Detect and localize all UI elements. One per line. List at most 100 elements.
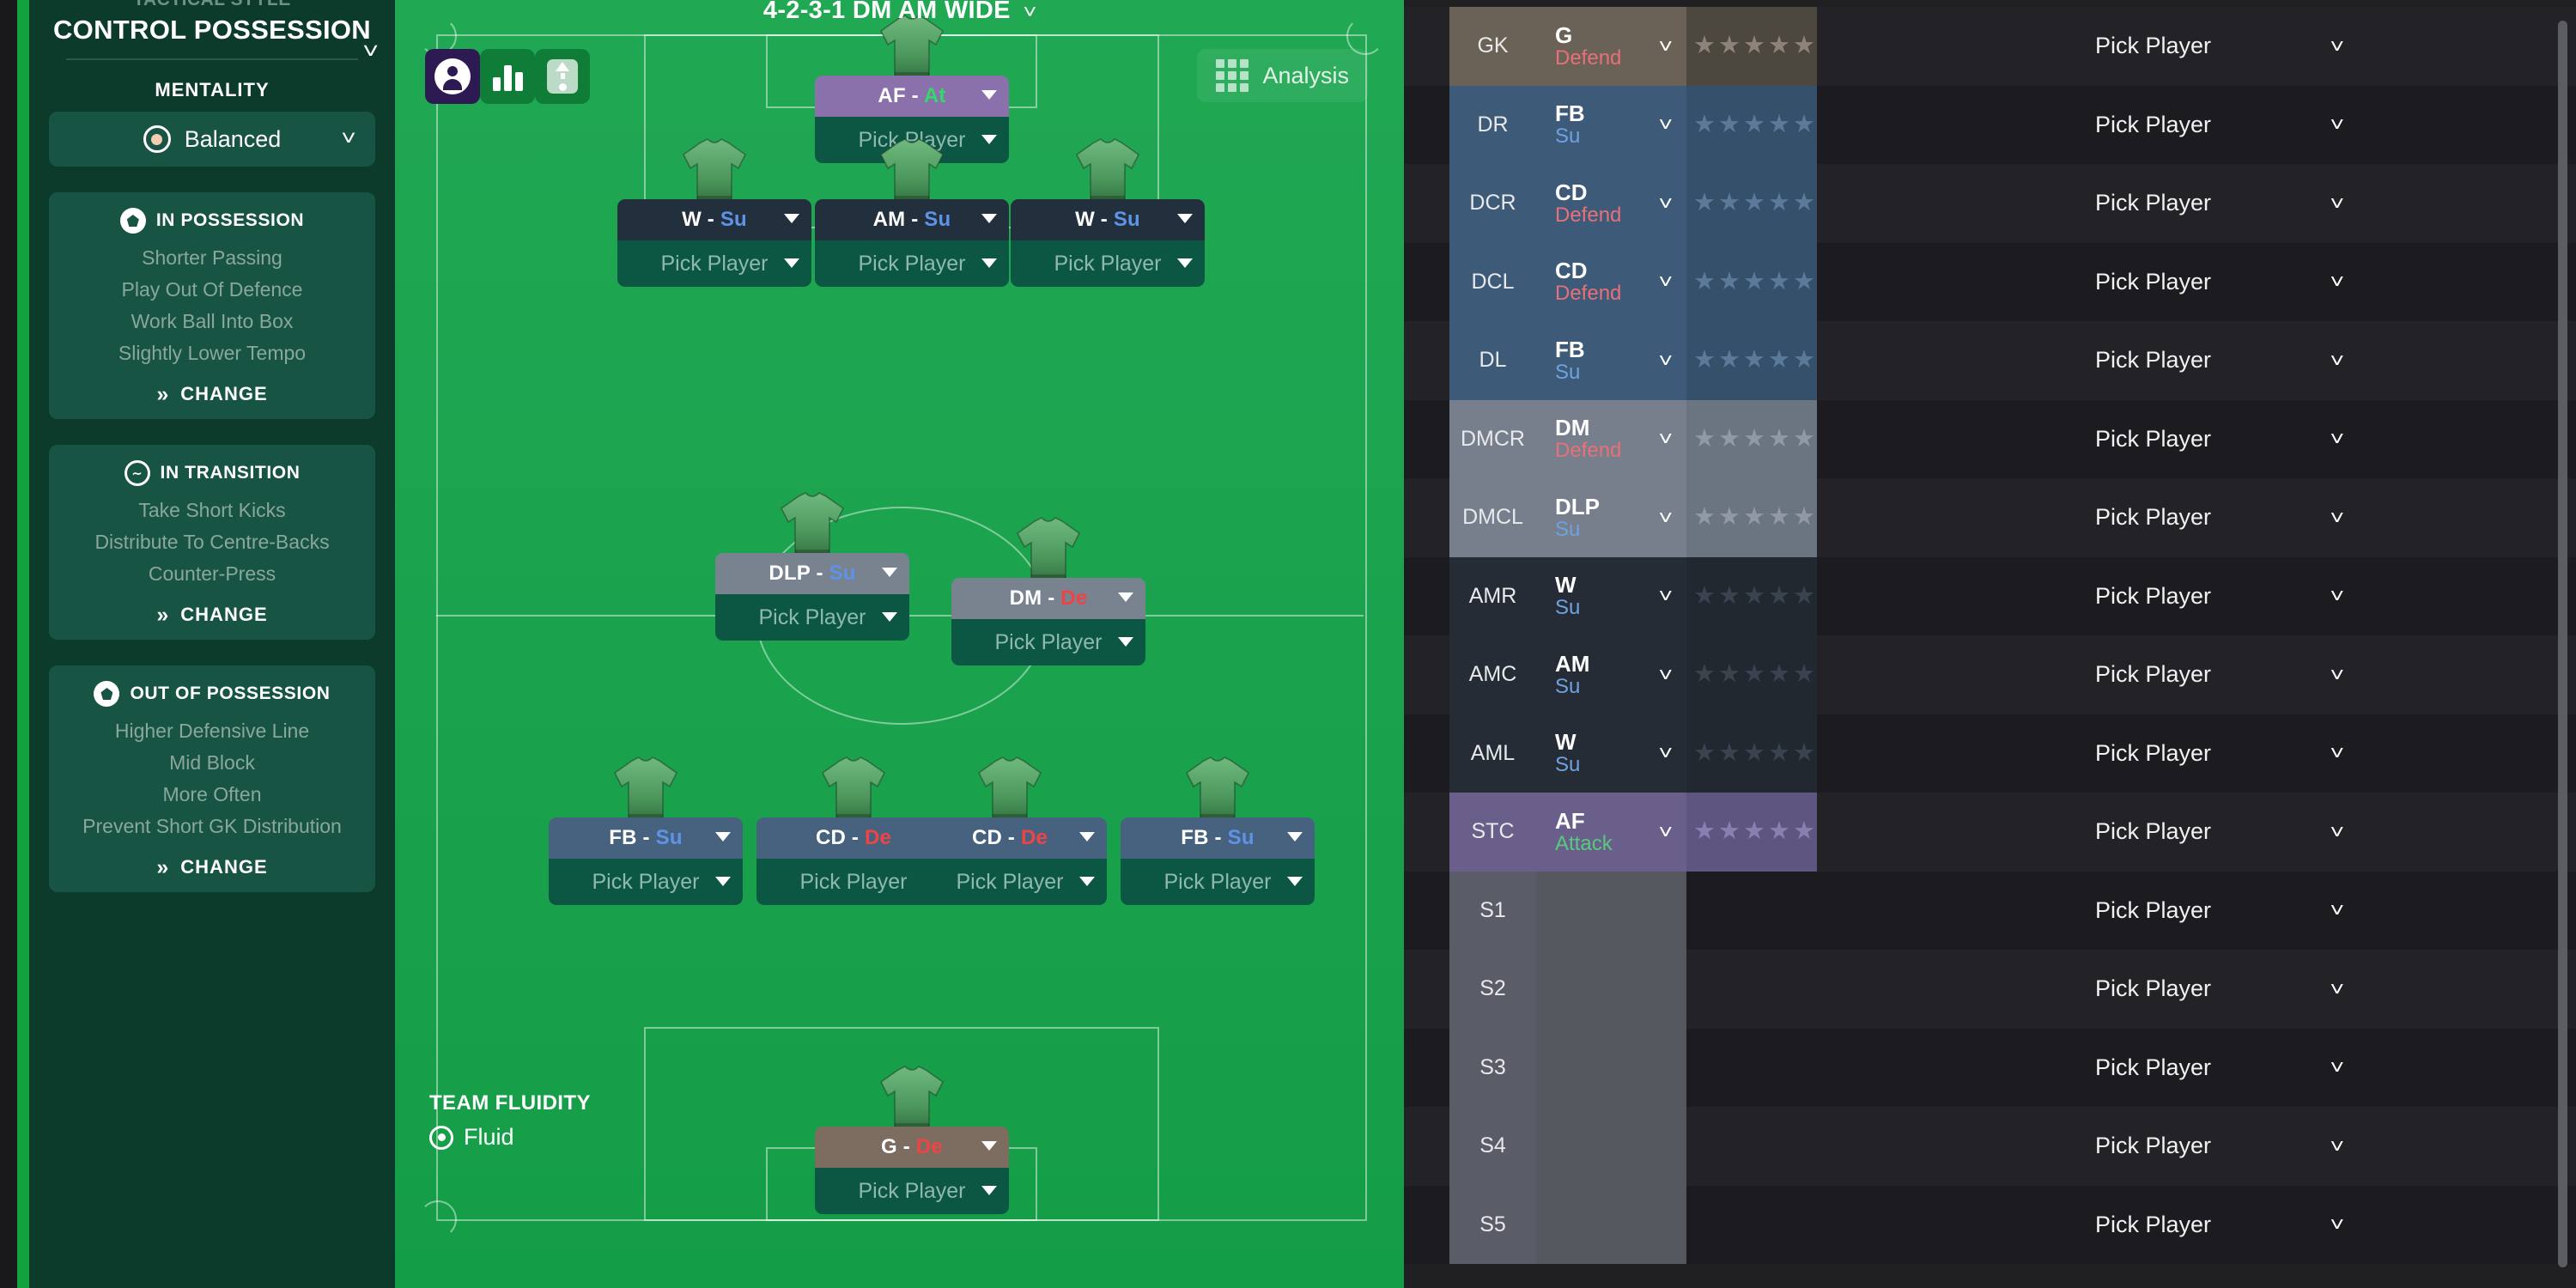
roster-pick-player-dropdown[interactable]: Pick Player ˅ <box>1988 635 2357 714</box>
player-card-fb[interactable]: FB - Su Pick Player <box>549 756 743 905</box>
roster-pick-player-dropdown[interactable]: Pick Player ˅ <box>1988 557 2357 636</box>
roster-role-dropdown[interactable]: AM Su ˅ <box>1536 635 1686 714</box>
roster-role-dropdown[interactable]: DLP Su ˅ <box>1536 478 1686 557</box>
roster-pick-player-dropdown[interactable]: Pick Player ˅ <box>1988 478 2357 557</box>
roster-pick-player-dropdown[interactable]: Pick Player ˅ <box>1988 1107 2357 1186</box>
instruction-item: Higher Defensive Line <box>114 720 310 742</box>
player-pick-dropdown[interactable]: Pick Player <box>815 240 1009 287</box>
player-card-dm[interactable]: DM - De Pick Player <box>951 517 1145 665</box>
star-icon: ★ <box>1693 817 1716 846</box>
stats-view-icon <box>492 62 523 91</box>
player-role-dropdown[interactable]: AM - Su <box>815 199 1009 240</box>
roster-pick-player-dropdown[interactable]: Pick Player ˅ <box>1988 714 2357 793</box>
roster-role-dropdown[interactable]: FB Su ˅ <box>1536 85 1686 164</box>
player-card-w[interactable]: W - Su Pick Player <box>1011 138 1205 287</box>
tactics-pitch[interactable]: 4-2-3-1 DM AM WIDE ˅ Analysis TEAM FLUID… <box>395 0 1404 1288</box>
roster-role-dropdown[interactable]: AF Attack ˅ <box>1536 793 1686 872</box>
player-pick-dropdown[interactable]: Pick Player <box>1121 859 1315 905</box>
player-role-dropdown[interactable]: AF - At <box>815 76 1009 117</box>
chevron-down-icon <box>1118 637 1133 647</box>
roster-duty-label: Su <box>1555 674 1581 698</box>
roster-row[interactable]: DMCL DLP Su ˅ ★ ★ ★ ★ ★ Pick Player ˅ <box>1404 478 2576 557</box>
chevron-down-icon <box>715 877 731 886</box>
squad-roster-panel[interactable]: GK G Defend ˅ ★ ★ ★ ★ ★ Pick Player ˅ DR FB Su ˅ ★ ★ ★ ★ ★ P… <box>1404 0 2576 1288</box>
roster-row-tail <box>2357 714 2546 793</box>
chevron-down-icon: ˅ <box>1657 741 1673 764</box>
roster-row[interactable]: GK G Defend ˅ ★ ★ ★ ★ ★ Pick Player ˅ <box>1404 7 2576 86</box>
player-pick-dropdown[interactable]: Pick Player <box>913 859 1107 905</box>
roster-pick-player-dropdown[interactable]: Pick Player ˅ <box>1988 321 2357 400</box>
roster-role-dropdown[interactable]: W Su ˅ <box>1536 556 1686 635</box>
chevron-down-icon: ˅ <box>1657 820 1673 843</box>
roster-role-dropdown[interactable]: FB Su ˅ <box>1536 321 1686 400</box>
change-in-transition-button[interactable]: » CHANGE <box>156 604 267 626</box>
player-pick-dropdown[interactable]: Pick Player <box>951 619 1145 665</box>
player-card-fb[interactable]: FB - Su Pick Player <box>1121 756 1315 905</box>
player-role-dropdown[interactable]: FB - Su <box>549 817 743 859</box>
player-card-am[interactable]: AM - Su Pick Player <box>815 138 1009 287</box>
roster-pick-player-dropdown[interactable]: Pick Player ˅ <box>1988 872 2357 951</box>
change-out-of-possession-button[interactable]: » CHANGE <box>156 856 267 878</box>
roster-row[interactable]: DCL CD Defend ˅ ★ ★ ★ ★ ★ Pick Player ˅ <box>1404 242 2576 322</box>
change-in-possession-button[interactable]: » CHANGE <box>156 383 267 405</box>
roster-row[interactable]: DR FB Su ˅ ★ ★ ★ ★ ★ Pick Player ˅ <box>1404 85 2576 165</box>
roster-row[interactable]: DL FB Su ˅ ★ ★ ★ ★ ★ Pick Player ˅ <box>1404 321 2576 400</box>
chevron-down-icon: ˅ <box>2330 820 2345 843</box>
roster-row[interactable]: DCR CD Defend ˅ ★ ★ ★ ★ ★ Pick Player ˅ <box>1404 164 2576 243</box>
roster-pick-player-dropdown[interactable]: Pick Player ˅ <box>1988 1186 2357 1265</box>
player-card-g[interactable]: G - De Pick Player <box>815 1066 1009 1214</box>
formation-selector[interactable]: 4-2-3-1 DM AM WIDE ˅ <box>395 0 1404 25</box>
roster-star-rating: ★ ★ ★ ★ ★ <box>1686 242 1817 321</box>
mentality-selector[interactable]: Balanced ˅ <box>49 112 375 167</box>
roster-pick-player-dropdown[interactable]: Pick Player ˅ <box>1988 400 2357 479</box>
roster-pick-player-dropdown[interactable]: Pick Player ˅ <box>1988 793 2357 872</box>
roster-row[interactable]: S4 Pick Player ˅ <box>1404 1107 2576 1186</box>
roster-row[interactable]: AMR W Su ˅ ★ ★ ★ ★ ★ Pick Player ˅ <box>1404 556 2576 636</box>
roster-pick-player-dropdown[interactable]: Pick Player ˅ <box>1988 243 2357 322</box>
player-pick-dropdown[interactable]: Pick Player <box>617 240 811 287</box>
roster-role-dropdown[interactable]: W Su ˅ <box>1536 714 1686 793</box>
player-role-dropdown[interactable]: W - Su <box>1011 199 1205 240</box>
roster-pick-player-dropdown[interactable]: Pick Player ˅ <box>1988 86 2357 165</box>
chevron-down-icon: ˅ <box>2330 1134 2345 1157</box>
player-card-cd[interactable]: CD - De Pick Player <box>913 756 1107 905</box>
player-pick-dropdown[interactable]: Pick Player <box>549 859 743 905</box>
player-role-dropdown[interactable]: DLP - Su <box>715 553 909 594</box>
pitch-view-button[interactable] <box>535 49 590 104</box>
player-card-dlp[interactable]: DLP - Su Pick Player <box>715 492 909 641</box>
roster-role-dropdown[interactable]: G Defend ˅ <box>1536 7 1686 86</box>
roster-row[interactable]: STC AF Attack ˅ ★ ★ ★ ★ ★ Pick Player ˅ <box>1404 793 2576 872</box>
analysis-button[interactable]: Analysis <box>1197 49 1368 102</box>
player-role-dropdown[interactable]: CD - De <box>913 817 1107 859</box>
player-pick-dropdown[interactable]: Pick Player <box>815 1168 1009 1214</box>
player-role-dropdown[interactable]: DM - De <box>951 578 1145 619</box>
player-role-dropdown[interactable]: G - De <box>815 1127 1009 1168</box>
roster-pick-player-dropdown[interactable]: Pick Player ˅ <box>1988 1029 2357 1108</box>
star-icon: ★ <box>1743 738 1765 767</box>
roster-row[interactable]: S3 Pick Player ˅ <box>1404 1028 2576 1108</box>
roster-row[interactable]: DMCR DM Defend ˅ ★ ★ ★ ★ ★ Pick Player ˅ <box>1404 399 2576 479</box>
roster-row[interactable]: S5 Pick Player ˅ <box>1404 1185 2576 1265</box>
player-pick-dropdown[interactable]: Pick Player <box>1011 240 1205 287</box>
player-role-dropdown[interactable]: W - Su <box>617 199 811 240</box>
roster-scrollbar-thumb[interactable] <box>2558 21 2567 1267</box>
roster-pick-player-dropdown[interactable]: Pick Player ˅ <box>1988 7 2357 86</box>
roster-position-cell: DR <box>1449 85 1536 164</box>
stats-view-button[interactable] <box>480 49 535 104</box>
roster-role-dropdown[interactable]: CD Defend ˅ <box>1536 164 1686 243</box>
roster-row[interactable]: S2 Pick Player ˅ <box>1404 950 2576 1029</box>
roster-row[interactable]: AML W Su ˅ ★ ★ ★ ★ ★ Pick Player ˅ <box>1404 714 2576 793</box>
roster-row[interactable]: AMC AM Su ˅ ★ ★ ★ ★ ★ Pick Player ˅ <box>1404 635 2576 714</box>
roster-role-dropdown[interactable]: DM Defend ˅ <box>1536 399 1686 478</box>
roster-pick-player-dropdown[interactable]: Pick Player ˅ <box>1988 164 2357 243</box>
roster-pick-player-dropdown[interactable]: Pick Player ˅ <box>1988 950 2357 1029</box>
player-pick-dropdown[interactable]: Pick Player <box>715 594 909 641</box>
roster-role-label: W <box>1555 729 1577 756</box>
roster-position-label: STC <box>1471 819 1515 844</box>
tactical-style-selector[interactable]: CONTROL POSSESSION ˅ <box>40 10 384 62</box>
roster-row[interactable]: S1 Pick Player ˅ <box>1404 871 2576 951</box>
player-view-button[interactable] <box>425 49 480 104</box>
roster-role-dropdown[interactable]: CD Defend ˅ <box>1536 242 1686 321</box>
player-card-w[interactable]: W - Su Pick Player <box>617 138 811 287</box>
player-role-dropdown[interactable]: FB - Su <box>1121 817 1315 859</box>
